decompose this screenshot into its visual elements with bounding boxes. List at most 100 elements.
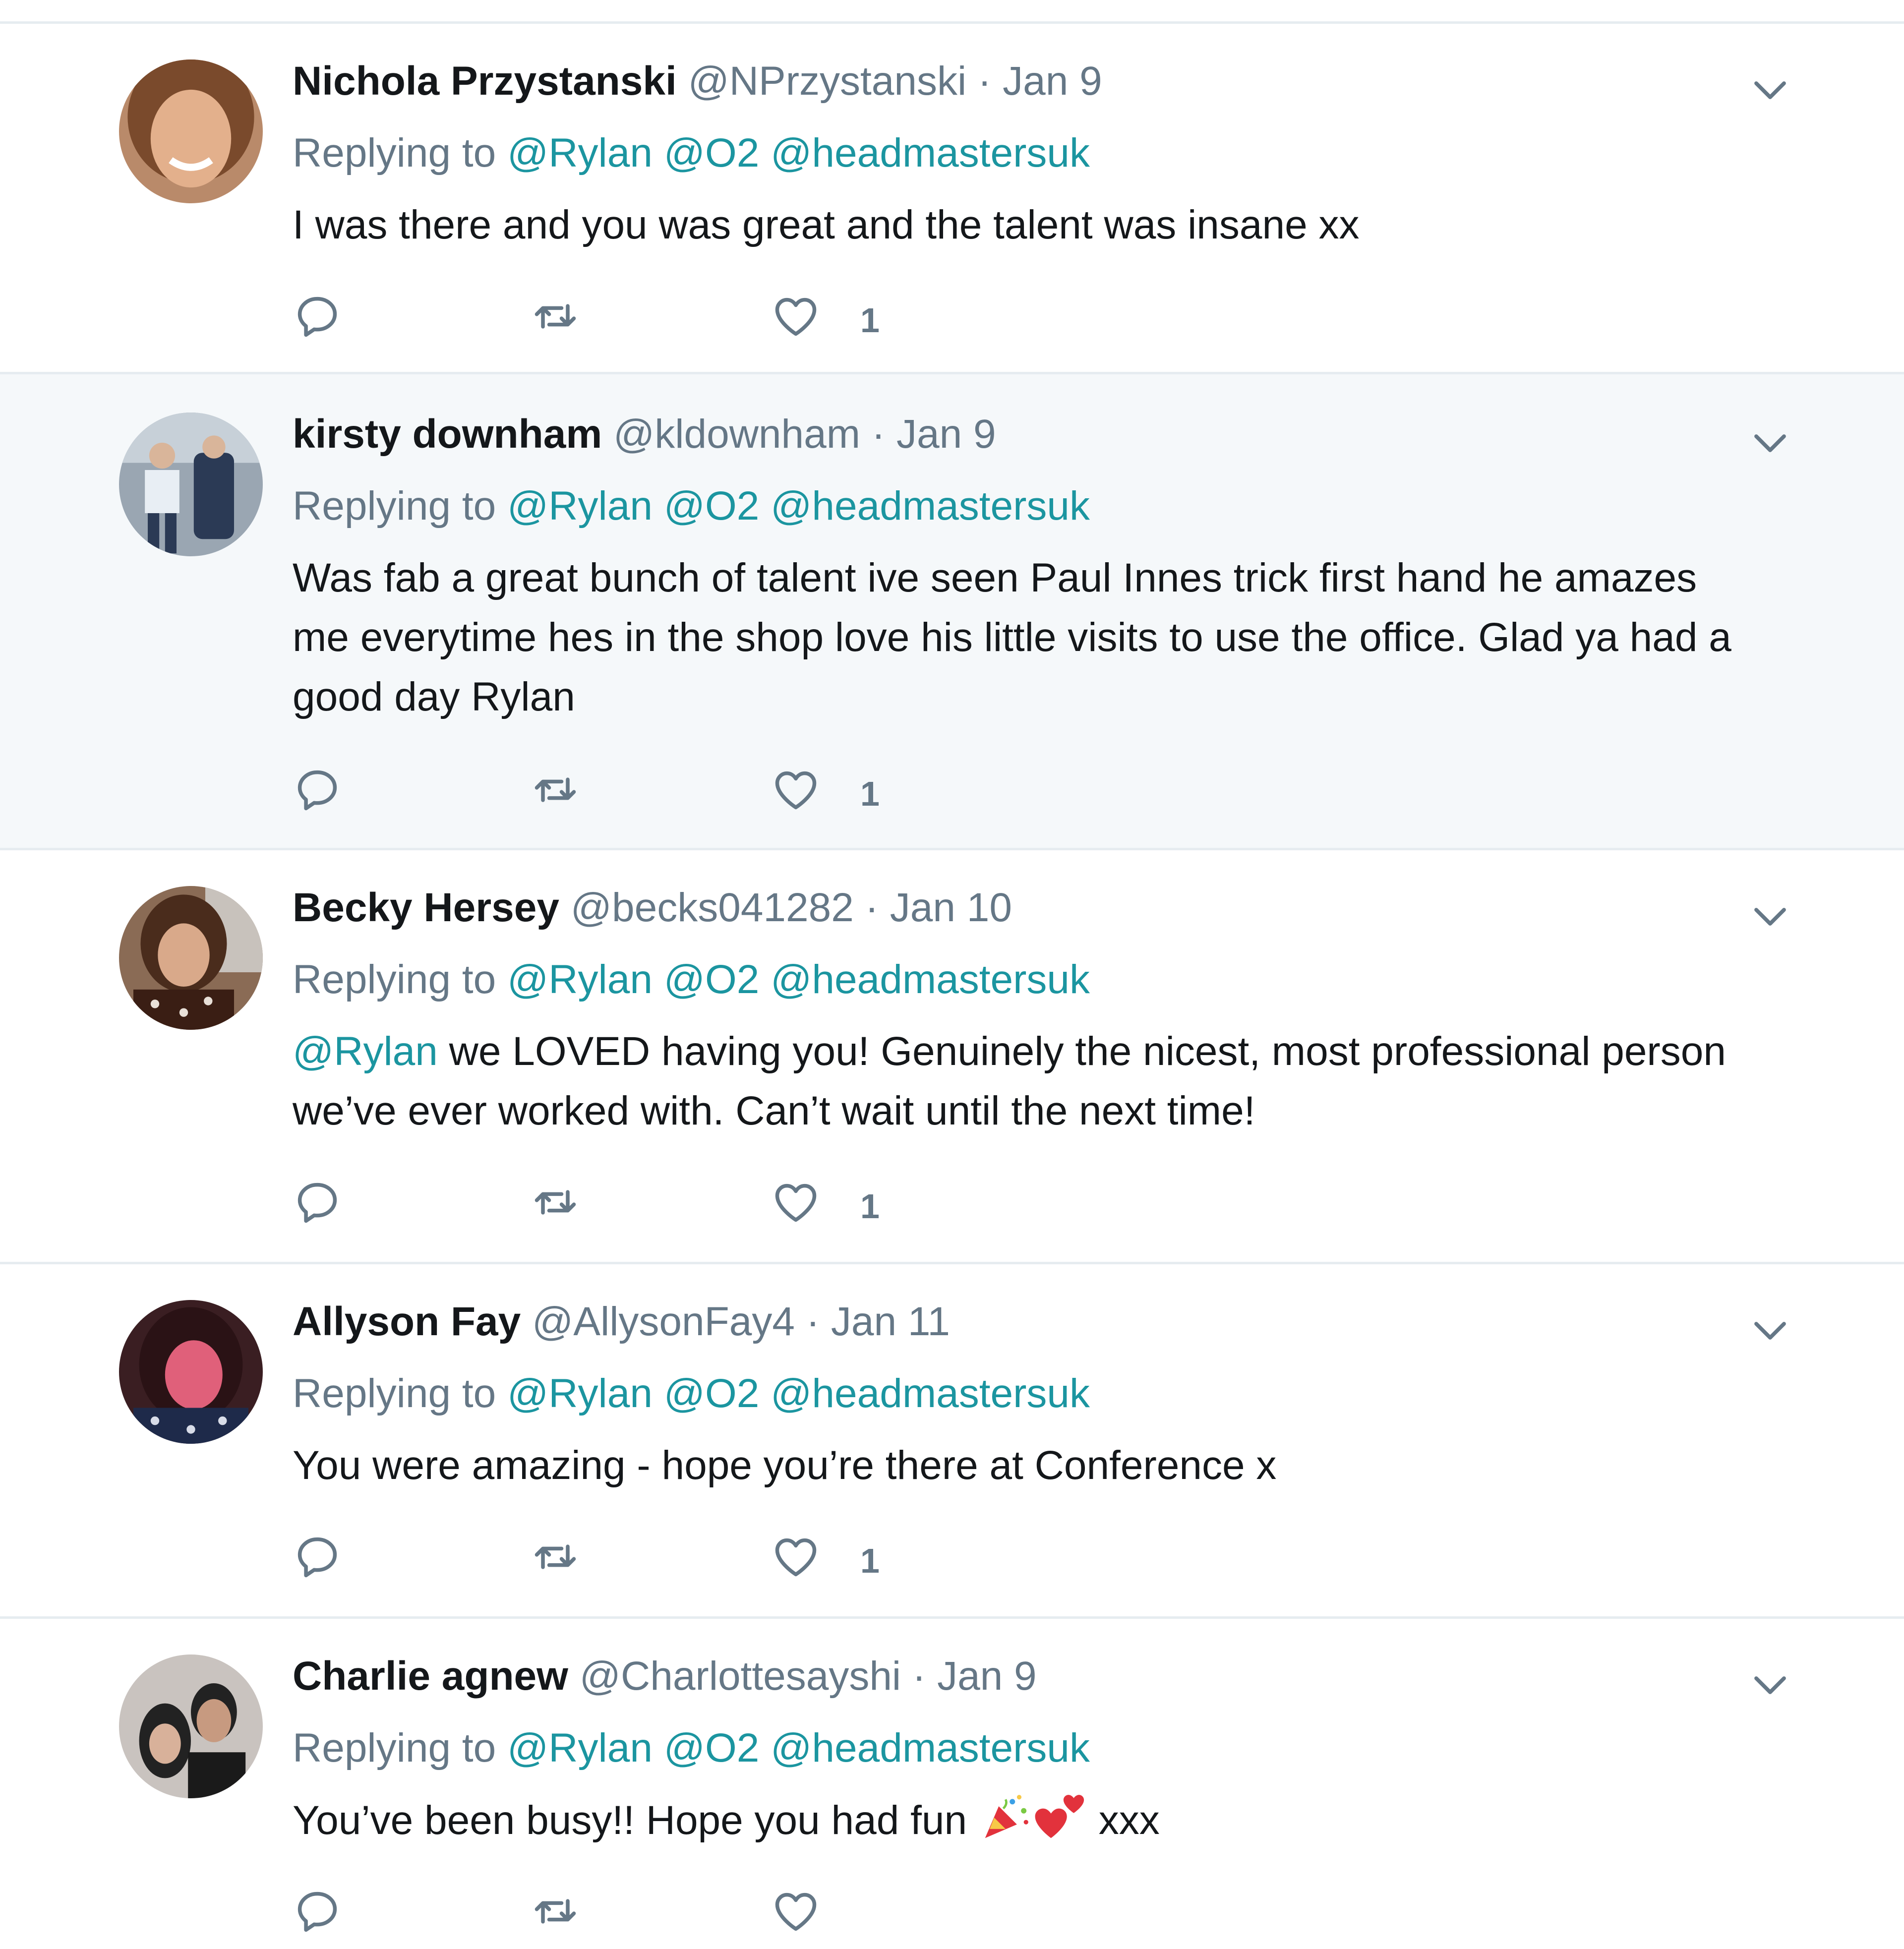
replying-to: Replying to @Rylan @O2 @headmastersuk [293, 481, 1090, 531]
separator-dot: · [912, 1654, 926, 1699]
like-count: 1 [860, 301, 880, 340]
avatar[interactable] [119, 59, 263, 203]
reply-icon [298, 770, 337, 811]
mention-link[interactable]: @headmastersuk [771, 1725, 1090, 1771]
username[interactable]: @becks041282 [571, 885, 854, 930]
replying-to: Replying to @Rylan @O2 @headmastersuk [293, 1369, 1090, 1418]
mention-link[interactable]: @O2 [664, 957, 760, 1002]
mention-link[interactable]: @headmastersuk [771, 130, 1090, 176]
avatar[interactable] [119, 886, 263, 1030]
mention-link[interactable]: @headmastersuk [771, 483, 1090, 529]
heart-icon [775, 1183, 817, 1222]
retweet-button[interactable] [531, 1887, 590, 1946]
timestamp[interactable]: Jan 9 [937, 1654, 1037, 1699]
mention-link[interactable]: @Rylan [507, 483, 653, 529]
mention-link[interactable]: @O2 [664, 1371, 760, 1416]
replying-to-label: Replying to [293, 957, 496, 1002]
like-button[interactable] [771, 1178, 831, 1237]
display-name[interactable]: Becky Hersey [293, 885, 559, 930]
like-count: 1 [860, 1541, 880, 1580]
mention-link[interactable]: @headmastersuk [771, 1371, 1090, 1416]
display-name[interactable]: Charlie agnew [293, 1654, 568, 1699]
avatar[interactable] [119, 1654, 263, 1798]
tweet-text-line: You were amazing - hope you’re there at … [293, 1443, 1277, 1488]
tweet[interactable]: Allyson Fay @AllysonFay4 · Jan 11 Replyi… [0, 1264, 1904, 1616]
reply-button[interactable] [293, 765, 352, 825]
like-button[interactable] [771, 292, 831, 351]
username[interactable]: @AllysonFay4 [532, 1299, 795, 1344]
tweet[interactable]: kirsty downham @kldownham · Jan 9 Replyi… [0, 374, 1904, 848]
mention-link[interactable]: @Rylan [507, 1371, 653, 1416]
tweet-text-line: Was fab a great bunch of talent ive seen… [293, 555, 1697, 600]
chevron-down-icon[interactable] [1749, 1664, 1791, 1706]
reply-icon [298, 1891, 337, 1932]
timestamp[interactable]: Jan 9 [896, 412, 996, 457]
party-popper-emoji [985, 1795, 1028, 1838]
chevron-down-icon[interactable] [1749, 1310, 1791, 1352]
reply-button[interactable] [293, 1532, 352, 1592]
heart-icon [775, 1892, 817, 1931]
username[interactable]: @Charlottesayshi [580, 1654, 901, 1699]
replying-to: Replying to @Rylan @O2 @headmastersuk [293, 955, 1090, 1004]
mention-link[interactable]: @O2 [664, 130, 760, 176]
reply-button[interactable] [293, 1887, 352, 1946]
mention-link[interactable]: @Rylan [293, 1029, 438, 1074]
tweet-text: I was there and you was great and the ta… [293, 195, 1820, 255]
reply-button[interactable] [293, 292, 352, 351]
replying-to: Replying to @Rylan @O2 @headmastersuk [293, 128, 1090, 178]
replying-to: Replying to @Rylan @O2 @headmastersuk [293, 1723, 1090, 1773]
tweet-header: Nichola Przystanski @NPrzystanski · Jan … [293, 57, 1102, 106]
retweet-button[interactable] [531, 765, 590, 825]
avatar[interactable] [119, 413, 263, 556]
like-button[interactable] [771, 1887, 831, 1946]
tweet-header: Charlie agnew @Charlottesayshi · Jan 9 [293, 1652, 1037, 1701]
mention-link[interactable]: @Rylan [507, 130, 653, 176]
tweet-actions: 1 [293, 765, 987, 825]
tweet-text-line: I was there and you was great and the ta… [293, 202, 1360, 247]
tweet-header: Becky Hersey @becks041282 · Jan 10 [293, 883, 1012, 933]
display-name[interactable]: kirsty downham [293, 412, 602, 457]
tweet-text: Was fab a great bunch of talent ive seen… [293, 548, 1820, 727]
tweet[interactable]: Becky Hersey @becks041282 · Jan 10 Reply… [0, 850, 1904, 1262]
tweet-text: @Rylan we LOVED having you! Genuinely th… [293, 1022, 1820, 1141]
reply-button[interactable] [293, 1178, 352, 1237]
tweet-actions: 1 [293, 292, 987, 351]
retweet-button[interactable] [531, 1532, 590, 1592]
retweet-button[interactable] [531, 292, 590, 351]
heart-icon [775, 771, 817, 810]
mention-link[interactable]: @Rylan [507, 1725, 653, 1771]
two-hearts-emoji [1035, 1795, 1084, 1838]
reply-icon [298, 1182, 337, 1223]
retweet-button[interactable] [531, 1178, 590, 1237]
tweet-actions [293, 1887, 987, 1946]
tweet-text: You were amazing - hope you’re there at … [293, 1436, 1820, 1495]
separator-dot: · [865, 885, 879, 930]
timestamp[interactable]: Jan 10 [890, 885, 1012, 930]
timestamp[interactable]: Jan 9 [1003, 59, 1102, 104]
chevron-down-icon[interactable] [1749, 422, 1791, 464]
chevron-down-icon[interactable] [1749, 896, 1791, 938]
mention-link[interactable]: @O2 [664, 1725, 760, 1771]
like-button[interactable] [771, 765, 831, 825]
tweet-text-line: we’ve ever worked with. Can’t wait until… [293, 1088, 1255, 1133]
display-name[interactable]: Nichola Przystanski [293, 59, 677, 104]
mention-link[interactable]: @O2 [664, 483, 760, 529]
mention-link[interactable]: @Rylan [507, 957, 653, 1002]
username[interactable]: @kldownham [613, 412, 860, 457]
timestamp[interactable]: Jan 11 [831, 1299, 950, 1344]
replying-to-label: Replying to [293, 130, 496, 176]
mention-link[interactable]: @headmastersuk [771, 957, 1090, 1002]
tweet-actions: 1 [293, 1532, 987, 1592]
retweet-icon [535, 1544, 576, 1569]
tweet[interactable]: Charlie agnew @Charlottesayshi · Jan 9 R… [0, 1619, 1904, 1949]
tweet[interactable]: Nichola Przystanski @NPrzystanski · Jan … [0, 24, 1904, 372]
chevron-down-icon[interactable] [1749, 69, 1791, 111]
reply-icon [298, 1537, 337, 1578]
retweet-icon [535, 1899, 576, 1924]
replying-to-label: Replying to [293, 483, 496, 529]
replying-to-label: Replying to [293, 1371, 496, 1416]
username[interactable]: @NPrzystanski [688, 59, 967, 104]
like-button[interactable] [771, 1532, 831, 1592]
avatar[interactable] [119, 1300, 263, 1444]
display-name[interactable]: Allyson Fay [293, 1299, 521, 1344]
